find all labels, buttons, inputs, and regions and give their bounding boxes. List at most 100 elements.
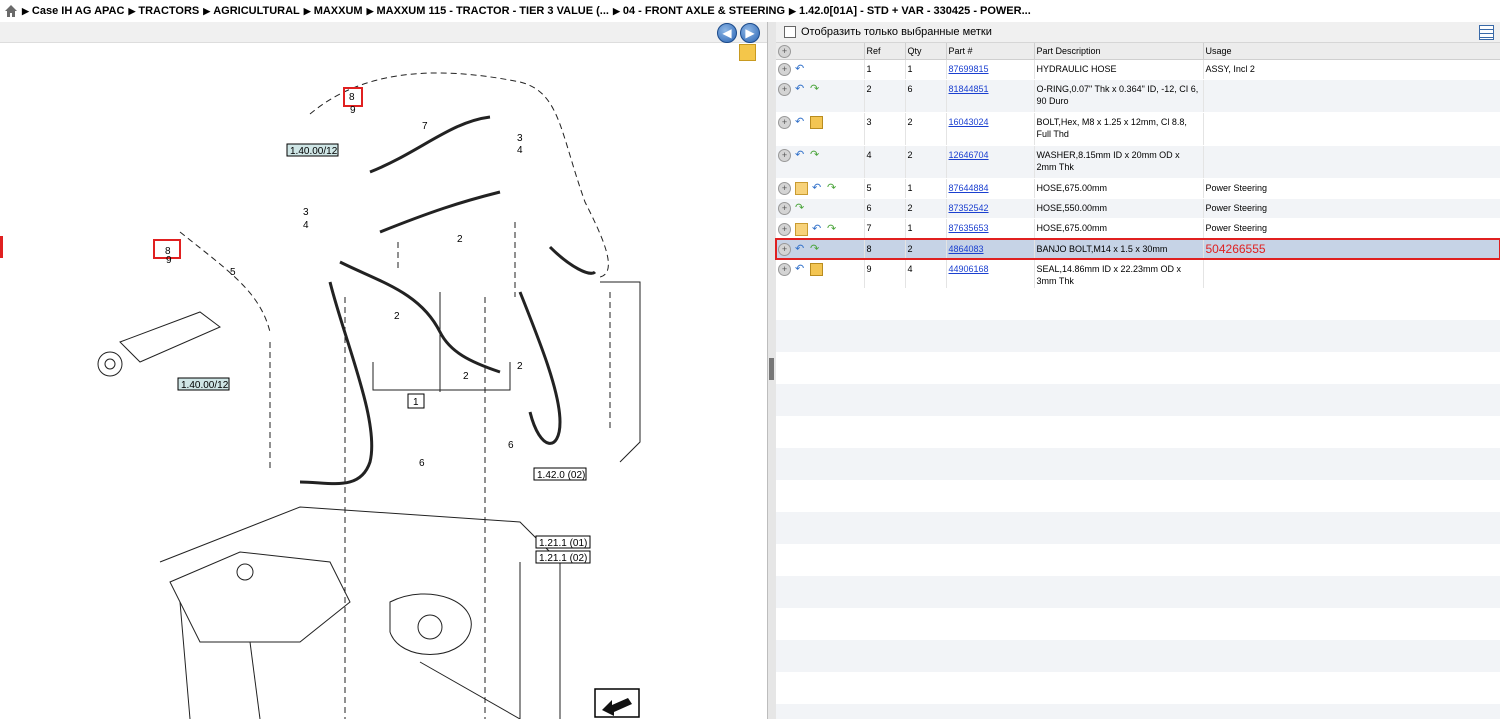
callout: 2 (394, 311, 400, 322)
replace-icon[interactable]: ↶ (795, 84, 806, 95)
replace-icon[interactable]: ↶ (795, 243, 806, 255)
table-row[interactable]: + ↷ 6 2 87352542 HOSE,550.00mm Power Stee… (776, 198, 1500, 220)
breadcrumb: ▶ Case IH AG APAC ▶ TRACTORS ▶ AGRICULTURAL… (0, 0, 1500, 23)
part-number-link[interactable]: 12646704 (949, 150, 989, 160)
empty-row (776, 352, 1500, 384)
forward-replace-icon[interactable]: ↷ (795, 203, 806, 214)
callout: 1 (413, 397, 419, 408)
breadcrumb-item[interactable]: ▶ Case IH AG APAC (22, 5, 124, 17)
cell-qty: 2 (905, 145, 947, 180)
cell-ref: 4 (864, 145, 906, 180)
folder-icon[interactable] (795, 182, 808, 196)
package-icon[interactable] (810, 116, 823, 130)
diagram-toolbar: ◀ ▶ (0, 22, 767, 43)
column-header-part[interactable]: Part # (946, 43, 1035, 60)
part-number-link[interactable]: 81844851 (949, 84, 989, 94)
row-actions: + ↶ ↷ (776, 239, 865, 260)
table-row[interactable]: + ↶ ↷ 5 1 87644884 HOSE,675.00mm Power Ste… (776, 178, 1500, 200)
forward-replace-icon[interactable]: ↷ (810, 150, 821, 161)
cell-qty: 2 (905, 239, 947, 260)
part-number-link[interactable]: 44906168 (949, 264, 989, 274)
cell-qty: 2 (905, 198, 947, 220)
cell-description: BANJO BOLT,M14 x 1.5 x 30mm (1034, 239, 1204, 260)
parts-panel: Отобразить только выбранные метки + Ref … (775, 22, 1500, 719)
splitter-grip-icon[interactable] (769, 358, 774, 380)
row-actions: + ↶ (776, 112, 865, 147)
table-row-selected[interactable]: + ↶ ↷ 8 2 4864083 BANJO BOLT,M14 x 1.5 x 3… (775, 237, 1500, 261)
cell-description: O-RING,0.07" Thk x 0.364" ID, -12, CI 6,… (1034, 79, 1204, 114)
forward-replace-icon[interactable]: ↷ (827, 223, 838, 235)
add-icon[interactable]: + (778, 182, 791, 196)
part-number-link[interactable]: 4864083 (949, 244, 984, 254)
replace-icon[interactable]: ↶ (812, 183, 823, 194)
ref-link[interactable]: 1.40.00/12 (290, 146, 338, 157)
filter-bar: Отобразить только выбранные метки (776, 22, 1500, 43)
callout: 3 (303, 207, 309, 218)
expand-all-icon[interactable]: + (778, 44, 791, 58)
table-row[interactable]: + ↶ 3 2 16043024 BOLT,Hex, M8 x 1.25 x 12… (776, 112, 1500, 147)
empty-row (776, 320, 1500, 352)
callout: 8 (349, 92, 355, 103)
add-icon[interactable]: + (778, 63, 791, 77)
add-icon[interactable]: + (778, 222, 791, 236)
folder-icon[interactable] (795, 222, 808, 236)
column-header-description[interactable]: Part Description (1034, 43, 1204, 60)
table-row[interactable]: + ↶ ↷ 7 1 87635653 HOSE,675.00mm Power Ste… (776, 218, 1500, 240)
add-icon[interactable]: + (778, 202, 791, 216)
add-icon[interactable]: + (778, 116, 791, 130)
breadcrumb-item[interactable]: ▶ MAXXUM (304, 5, 363, 17)
part-number-link[interactable]: 87635653 (949, 223, 989, 233)
replace-icon[interactable]: ↶ (812, 223, 823, 235)
breadcrumb-item[interactable]: ▶ 1.42.0[01A] - STD + VAR - 330425 - POWE… (789, 5, 1031, 17)
home-icon[interactable] (4, 4, 18, 18)
ref-link[interactable]: 1.21.1 (01) (539, 538, 587, 549)
breadcrumb-item[interactable]: ▶ TRACTORS (128, 5, 199, 17)
empty-row (776, 704, 1500, 719)
part-number-link[interactable]: 87644884 (949, 183, 989, 193)
add-icon[interactable]: + (778, 83, 791, 97)
show-selected-checkbox[interactable] (784, 26, 796, 38)
forward-icon[interactable]: ▶ (740, 23, 760, 43)
empty-row (776, 288, 1500, 320)
add-icon[interactable]: + (778, 149, 791, 163)
replace-icon[interactable]: ↶ (795, 117, 806, 128)
callout: 2 (463, 371, 469, 382)
table-row[interactable]: + ↶ ↷ 4 2 12646704 WASHER,8.15mm ID x 20mm… (776, 145, 1500, 180)
column-header-qty[interactable]: Qty (905, 43, 947, 60)
breadcrumb-item[interactable]: ▶ AGRICULTURAL (203, 5, 299, 17)
forward-replace-icon[interactable]: ↷ (810, 243, 821, 255)
replace-icon[interactable]: ↶ (795, 64, 806, 75)
package-icon[interactable] (810, 262, 823, 276)
cell-description: HOSE,675.00mm (1034, 218, 1204, 240)
breadcrumb-item[interactable]: ▶ MAXXUM 115 - TRACTOR - TIER 3 VALUE (..… (367, 5, 609, 17)
filter-label: Отобразить только выбранные метки (801, 26, 992, 38)
diagram-panel: ◀ ▶ 8 8 9 9 7 3 4 3 4 5 2 2 2 2 6 6 1 1.… (0, 22, 768, 719)
ref-link[interactable]: 1.42.0 (02) (537, 470, 585, 481)
part-number-link[interactable]: 16043024 (949, 117, 989, 127)
empty-row (776, 672, 1500, 704)
cell-qty: 1 (905, 178, 947, 200)
replace-icon[interactable]: ↶ (795, 150, 806, 161)
forward-replace-icon[interactable]: ↷ (827, 183, 838, 194)
cell-ref: 7 (864, 218, 906, 240)
column-header-actions: + (776, 43, 865, 60)
add-icon[interactable]: + (778, 262, 791, 276)
column-header-ref[interactable]: Ref (864, 43, 906, 60)
selection-marker (0, 236, 3, 258)
add-icon[interactable]: + (778, 242, 791, 256)
back-icon[interactable]: ◀ (717, 23, 737, 43)
ref-link[interactable]: 1.40.00/12 (181, 380, 229, 391)
part-number-link[interactable]: 87352542 (949, 203, 989, 213)
table-row[interactable]: + ↶ ↷ 2 6 81844851 O-RING,0.07" Thk x 0.36… (776, 79, 1500, 114)
forward-replace-icon[interactable]: ↷ (810, 84, 821, 95)
table-row[interactable]: + ↶ 1 1 87699815 HYDRAULIC HOSE ASSY, Inc… (776, 59, 1500, 81)
replace-icon[interactable]: ↶ (795, 263, 806, 275)
callout: 9 (166, 255, 172, 266)
part-number-link[interactable]: 87699815 (949, 64, 989, 74)
cell-description: WASHER,8.15mm ID x 20mm OD x 2mm Thk (1034, 145, 1204, 180)
cell-description: BOLT,Hex, M8 x 1.25 x 12mm, Cl 8.8, Full… (1034, 112, 1204, 147)
column-header-usage[interactable]: Usage (1203, 43, 1500, 60)
breadcrumb-item[interactable]: ▶ 04 - FRONT AXLE & STEERING (613, 5, 785, 17)
grid-view-icon[interactable] (1479, 25, 1494, 40)
ref-link[interactable]: 1.21.1 (02) (539, 553, 587, 564)
